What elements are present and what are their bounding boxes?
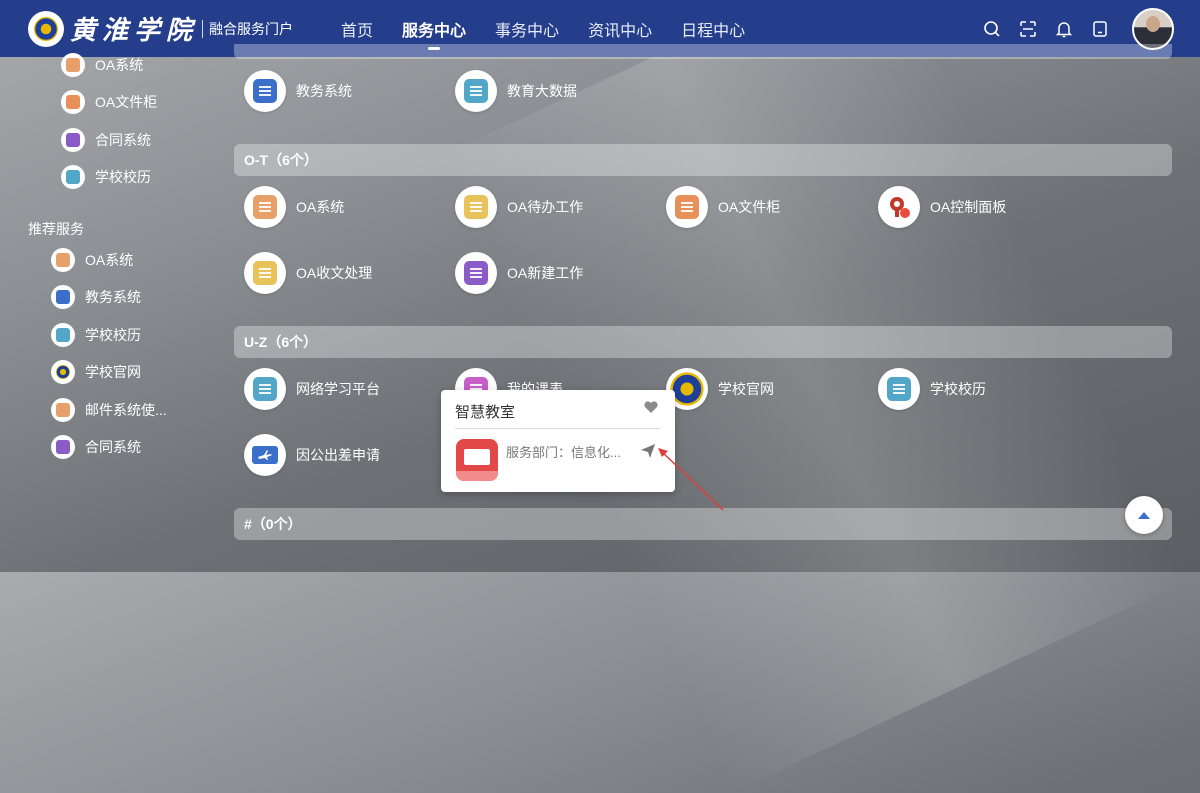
sidebar-item-label: 教务系统 — [85, 289, 141, 305]
sidebar-item-contract[interactable]: 合同系统 — [61, 128, 151, 152]
sidebar-item-label: 邮件系统使... — [85, 402, 167, 418]
app-school-website[interactable]: 学校官网 — [666, 368, 774, 410]
calendar-icon — [878, 368, 920, 410]
app-label: 学校校历 — [930, 381, 986, 397]
oa-todo-icon — [455, 186, 497, 228]
oa-folder-icon — [61, 90, 85, 114]
app-education-big-data[interactable]: 教育大数据 — [455, 70, 577, 112]
section-bar-o-t: O-T（6个） — [234, 144, 1172, 176]
app-oa-todo[interactable]: OA待办工作 — [455, 186, 583, 228]
oa-system-icon — [61, 53, 85, 77]
portal-label: 融合服务门户 — [209, 20, 294, 37]
app-school-calendar[interactable]: 学校校历 — [878, 368, 986, 410]
sidebar-item-oa-system[interactable]: OA系统 — [51, 248, 133, 272]
sidebar-item-calendar[interactable]: 学校校历 — [61, 165, 151, 189]
contract-icon — [61, 128, 85, 152]
mail-icon — [51, 398, 75, 422]
app-label: OA收文处理 — [296, 265, 373, 281]
popup-divider — [455, 428, 661, 429]
app-online-learning[interactable]: 网络学习平台 — [244, 368, 380, 410]
back-to-top-button[interactable] — [1125, 496, 1163, 534]
sidebar-item-oa-system[interactable]: OA系统 — [61, 53, 143, 77]
main-nav: 首页 服务中心 事务中心 资讯中心 日程中心 — [341, 17, 774, 50]
academic-icon — [244, 70, 286, 112]
annotation-arrow — [658, 448, 724, 511]
logo-divider — [202, 19, 204, 38]
sidebar-item-label: OA系统 — [85, 252, 134, 268]
school-seal-icon — [28, 10, 64, 47]
airplane-icon — [244, 434, 286, 476]
calendar-icon — [51, 323, 75, 347]
school-seal-icon — [51, 360, 75, 384]
sidebar-item-contract[interactable]: 合同系统 — [51, 435, 141, 459]
sidebar-item-mail[interactable]: 邮件系统使... — [51, 398, 167, 422]
oa-system-icon — [244, 186, 286, 228]
app-label: OA新建工作 — [507, 265, 584, 281]
section-bar-previous — [234, 44, 1172, 59]
app-label: 教育大数据 — [507, 83, 577, 99]
app-oa-control-panel[interactable]: OA控制面板 — [878, 186, 1006, 228]
recommended-services-title: 推荐服务 — [28, 221, 84, 237]
control-panel-icon — [878, 186, 920, 228]
sidebar-item-school-website[interactable]: 学校官网 — [51, 360, 141, 384]
app-label: OA控制面板 — [930, 199, 1007, 215]
app-label: OA待办工作 — [507, 199, 584, 215]
section-title: U-Z（6个） — [244, 334, 318, 350]
academic-icon — [51, 285, 75, 309]
logo[interactable]: 黄淮学院 融合服务门户 — [28, 10, 293, 47]
oa-folder-icon — [666, 186, 708, 228]
oa-new-work-icon — [455, 252, 497, 294]
sidebar-item-label: 合同系统 — [95, 132, 151, 148]
app-label: 学校官网 — [718, 381, 774, 397]
app-detail-popup: 智慧教室 服务部门：信息化... — [441, 390, 675, 492]
sidebar-item-academic[interactable]: 教务系统 — [51, 285, 141, 309]
oa-incoming-icon — [244, 252, 286, 294]
sidebar-item-label: OA系统 — [95, 57, 144, 73]
sidebar-item-calendar[interactable]: 学校校历 — [51, 323, 141, 347]
section-title: O-T（6个） — [244, 152, 318, 168]
contract-icon — [51, 435, 75, 459]
nav-affairs-center[interactable]: 事务中心 — [495, 17, 559, 41]
app-label: 因公出差申请 — [296, 447, 380, 463]
sidebar-item-label: 学校校历 — [85, 327, 141, 343]
app-label: OA系统 — [296, 199, 345, 215]
app-label: 网络学习平台 — [296, 381, 380, 397]
logo-text: 黄淮学院 — [70, 16, 199, 46]
sidebar-item-label: 合同系统 — [85, 439, 141, 455]
app-oa-incoming-docs[interactable]: OA收文处理 — [244, 252, 372, 294]
app-oa-new-work[interactable]: OA新建工作 — [455, 252, 583, 294]
section-title: #（0个） — [244, 516, 302, 532]
app-oa-system[interactable]: OA系统 — [244, 186, 344, 228]
smart-classroom-icon — [456, 439, 498, 481]
sidebar-item-label: 学校官网 — [85, 364, 141, 380]
app-label: OA文件柜 — [718, 199, 781, 215]
sidebar-item-label: 学校校历 — [95, 169, 151, 185]
chevron-up-icon — [1138, 512, 1150, 519]
sidebar-item-oa-folder[interactable]: OA文件柜 — [61, 90, 157, 114]
user-data-icon — [244, 368, 286, 410]
nav-schedule-center[interactable]: 日程中心 — [681, 17, 745, 41]
popup-title: 智慧教室 — [455, 404, 516, 421]
app-oa-folder[interactable]: OA文件柜 — [666, 186, 780, 228]
search-icon[interactable] — [982, 19, 1002, 39]
app-academic-system[interactable]: 教务系统 — [244, 70, 352, 112]
app-business-trip[interactable]: 因公出差申请 — [244, 434, 380, 476]
popup-department: 服务部门：信息化... — [506, 445, 621, 460]
nav-service-center[interactable]: 服务中心 — [402, 17, 466, 50]
nav-news-center[interactable]: 资讯中心 — [588, 17, 652, 41]
bell-icon[interactable] — [1054, 19, 1074, 39]
sidebar-item-label: OA文件柜 — [95, 94, 158, 110]
calendar-icon — [61, 165, 85, 189]
tablet-icon[interactable] — [1090, 19, 1110, 39]
heart-icon[interactable] — [643, 400, 659, 417]
section-bar-u-z: U-Z（6个） — [234, 326, 1172, 358]
user-data-icon — [455, 70, 497, 112]
oa-system-icon — [51, 248, 75, 272]
app-label: 教务系统 — [296, 83, 352, 99]
nav-home[interactable]: 首页 — [341, 17, 373, 41]
scan-icon[interactable] — [1018, 19, 1038, 39]
